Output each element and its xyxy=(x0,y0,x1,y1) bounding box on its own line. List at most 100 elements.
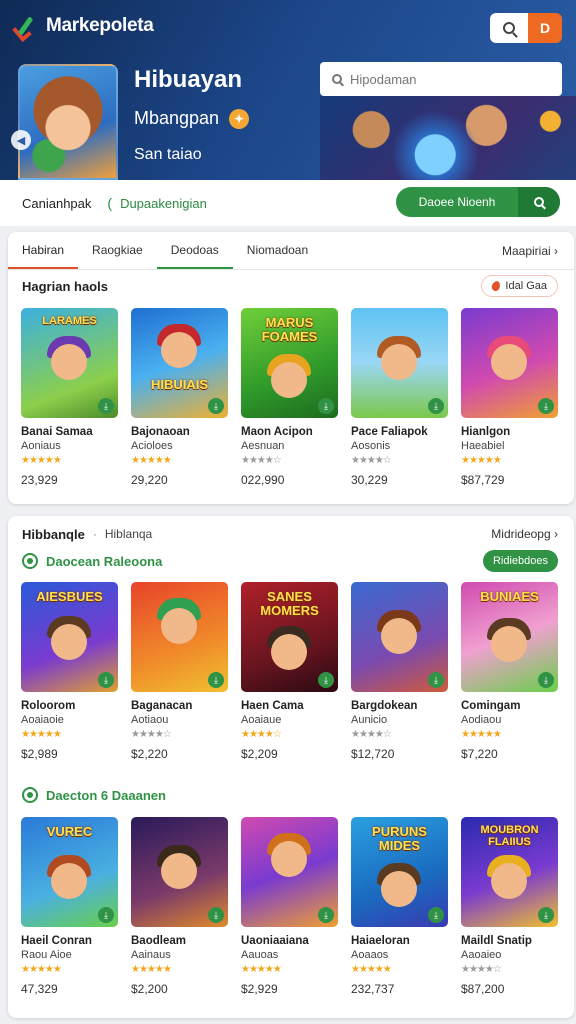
game-thumbnail[interactable]: ⤓ xyxy=(461,308,558,418)
game-thumbnail[interactable]: PURUNS MIDES ⤓ xyxy=(351,817,448,927)
game-card[interactable]: AIESBUES ⤓ Roloorom Aoaiaoie ★★★★★ $2,98… xyxy=(21,582,118,761)
rating-stars: ★★★★☆ xyxy=(241,729,282,740)
game-publisher: Aauoas xyxy=(241,949,279,961)
thumb-face xyxy=(271,634,307,670)
download-icon[interactable]: ⤓ xyxy=(208,398,224,414)
play-icon[interactable]: ◀ xyxy=(11,130,31,150)
game-thumbnail[interactable]: ⤓ xyxy=(351,582,448,692)
game-thumbnail[interactable]: ⤓ xyxy=(241,817,338,927)
rating-stars: ★★★★★ xyxy=(21,964,62,975)
user-avatar-button[interactable]: D xyxy=(528,13,562,43)
game-card[interactable]: ⤓ Baodleam Aainaus ★★★★★ $2,200 xyxy=(131,817,228,996)
cta-search-button[interactable]: Daoee Nioenh xyxy=(396,187,560,217)
game-thumbnail[interactable]: AIESBUES ⤓ xyxy=(21,582,118,692)
user-initial: D xyxy=(539,20,551,36)
subsection-pill[interactable]: Ridiebdoes xyxy=(482,550,558,572)
download-icon[interactable]: ⤓ xyxy=(318,672,334,688)
game-thumbnail[interactable]: ⤓ xyxy=(131,817,228,927)
game-publisher: Aoaiaue xyxy=(241,714,282,726)
game-card[interactable]: ⤓ Hianlgon Haeabiel ★★★★★ $87,729 xyxy=(461,308,558,487)
tab-habiran[interactable]: Habiran xyxy=(8,232,79,269)
game-card[interactable]: HIBUIAIS ⤓ Bajonaoan Acioloes ★★★★★ 29,2… xyxy=(131,308,228,487)
games-row-3: VUREC ⤓ Haeil Conran Raou Aioe ★★★★★ 47,… xyxy=(8,817,574,996)
game-thumbnail[interactable]: BUNIAES ⤓ xyxy=(461,582,558,692)
game-card[interactable]: VUREC ⤓ Haeil Conran Raou Aioe ★★★★★ 47,… xyxy=(21,817,118,996)
featured-game-art[interactable] xyxy=(18,64,118,180)
download-icon[interactable]: ⤓ xyxy=(208,672,224,688)
game-name: Hianlgon xyxy=(461,426,511,438)
thumb-title: BUNIAES xyxy=(480,589,539,604)
download-icon[interactable]: ⤓ xyxy=(538,398,554,414)
games-row-2: AIESBUES ⤓ Roloorom Aoaiaoie ★★★★★ $2,98… xyxy=(8,582,574,761)
game-publisher: Aoaaos xyxy=(351,949,389,961)
game-card[interactable]: MOUBRON FLAIIUS ⤓ Maildl Snatip Aaoaieo … xyxy=(461,817,558,996)
game-card[interactable]: ⤓ Bargdokean Aunicio ★★★★☆ $12,720 xyxy=(351,582,448,761)
download-icon[interactable]: ⤓ xyxy=(538,672,554,688)
game-card[interactable]: ⤓ Uaoniaaiana Aauoas ★★★★★ $2,929 xyxy=(241,817,338,996)
download-icon[interactable]: ⤓ xyxy=(318,907,334,923)
thumb-face xyxy=(491,626,527,662)
game-name: Bajonaoan xyxy=(131,426,190,438)
game-thumbnail[interactable]: MOUBRON FLAIIUS ⤓ xyxy=(461,817,558,927)
thumb-title: MARUS FOAMES xyxy=(261,315,318,344)
download-icon[interactable]: ⤓ xyxy=(428,907,444,923)
category-dot: · xyxy=(92,527,97,541)
pill-label: Idal Gaa xyxy=(505,280,547,292)
search-icon xyxy=(332,74,342,84)
tab-deodoas[interactable]: Deodoas xyxy=(156,232,233,269)
download-icon[interactable]: ⤓ xyxy=(428,672,444,688)
download-icon[interactable]: ⤓ xyxy=(98,907,114,923)
game-thumbnail[interactable]: LARAMES ⤓ xyxy=(21,308,118,418)
game-price: $7,220 xyxy=(461,747,498,761)
rating-stars: ★★★★☆ xyxy=(351,729,392,740)
game-card[interactable]: BUNIAES ⤓ Comingam Aodiaou ★★★★★ $7,220 xyxy=(461,582,558,761)
tab-niomadoan[interactable]: Niomadoan xyxy=(233,232,322,269)
filter-link[interactable]: Dupaakenigian xyxy=(120,196,207,211)
game-publisher: Aoniaus xyxy=(21,440,61,452)
game-publisher: Aunicio xyxy=(351,714,388,726)
game-thumbnail[interactable]: SANES MOMERS ⤓ xyxy=(241,582,338,692)
game-card[interactable]: MARUS FOAMES ⤓ Maon Acipon Aesnuan ★★★★☆… xyxy=(241,308,338,487)
game-publisher: Haeabiel xyxy=(461,440,505,452)
download-icon[interactable]: ⤓ xyxy=(428,398,444,414)
thumb-title: AIESBUES xyxy=(36,589,103,604)
game-thumbnail[interactable]: ⤓ xyxy=(131,582,228,692)
game-thumbnail[interactable]: VUREC ⤓ xyxy=(21,817,118,927)
game-thumbnail[interactable]: HIBUIAIS ⤓ xyxy=(131,308,228,418)
game-thumbnail[interactable]: MARUS FOAMES ⤓ xyxy=(241,308,338,418)
category-more-link[interactable]: Midrideopg › xyxy=(491,527,558,541)
game-publisher: Aesnuan xyxy=(241,440,285,452)
tab-raogkiae[interactable]: Raogkiae xyxy=(78,232,157,269)
hero-artwork xyxy=(320,96,576,180)
rating-stars: ★★★★★ xyxy=(21,455,62,466)
game-name: Haiaeloran xyxy=(351,935,410,947)
brand[interactable]: Markepoleta xyxy=(14,14,154,38)
download-icon[interactable]: ⤓ xyxy=(98,672,114,688)
rating-stars: ★★★★☆ xyxy=(461,964,502,975)
game-name: Bargdokean xyxy=(351,700,418,712)
thumb-face xyxy=(271,841,307,877)
game-publisher: Aoaiaoie xyxy=(21,714,64,726)
game-publisher: Aosonis xyxy=(351,440,391,452)
game-card[interactable]: ⤓ Pace Faliapok Aosonis ★★★★☆ 30,229 xyxy=(351,308,448,487)
search-input[interactable] xyxy=(350,71,550,87)
game-name: Baodleam xyxy=(131,935,186,947)
tabs-more-link[interactable]: Maapiriai › xyxy=(502,232,558,270)
featured-title: Hibuayan xyxy=(134,66,243,93)
game-price: $2,929 xyxy=(241,982,278,996)
hero-search-bar[interactable] xyxy=(320,62,562,96)
game-card[interactable]: PURUNS MIDES ⤓ Haiaeloran Aoaaos ★★★★★ 2… xyxy=(351,817,448,996)
game-card[interactable]: SANES MOMERS ⤓ Haen Cama Aoaiaue ★★★★☆ $… xyxy=(241,582,338,761)
game-card[interactable]: ⤓ Baganacan Aotiaou ★★★★☆ $2,220 xyxy=(131,582,228,761)
rating-stars: ★★★★★ xyxy=(351,964,392,975)
download-icon[interactable]: ⤓ xyxy=(208,907,224,923)
game-card[interactable]: LARAMES ⤓ Banai Samaa Aoniaus ★★★★★ 23,9… xyxy=(21,308,118,487)
download-icon[interactable]: ⤓ xyxy=(98,398,114,414)
download-icon[interactable]: ⤓ xyxy=(538,907,554,923)
top-search-button[interactable] xyxy=(490,13,528,43)
section-filter-pill[interactable]: Idal Gaa xyxy=(481,275,558,297)
download-icon[interactable]: ⤓ xyxy=(318,398,334,414)
game-thumbnail[interactable]: ⤓ xyxy=(351,308,448,418)
game-publisher: Aaoaieo xyxy=(461,949,502,961)
thumb-face xyxy=(51,863,87,899)
